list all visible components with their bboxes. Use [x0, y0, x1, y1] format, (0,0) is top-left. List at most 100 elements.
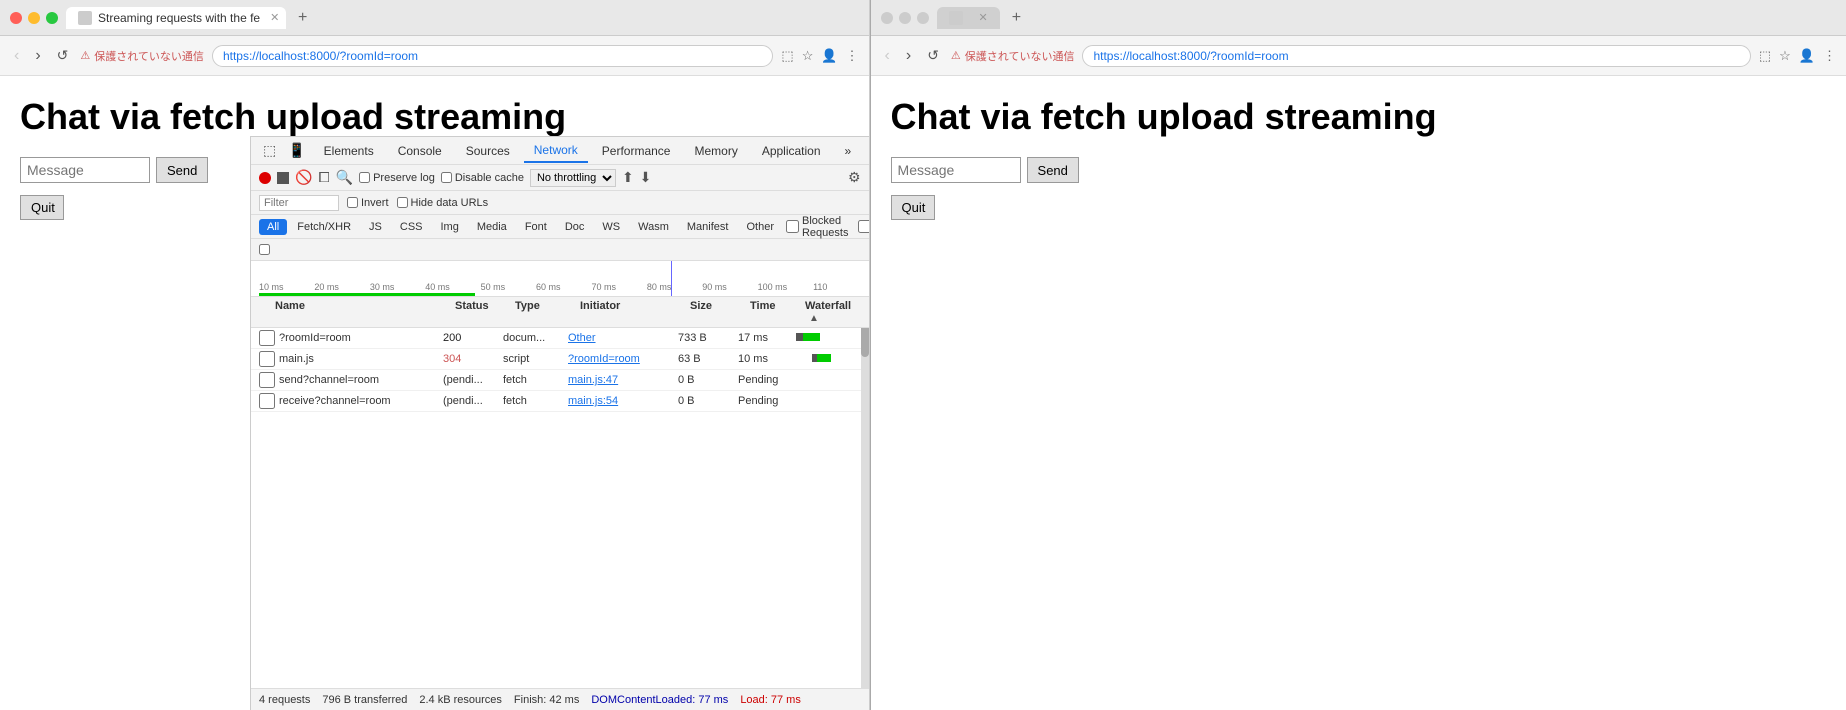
record-button[interactable]	[259, 172, 271, 184]
col-header-time: Time	[750, 300, 805, 324]
maximize-traffic-light[interactable]	[46, 12, 58, 24]
forward-button-right[interactable]: ›	[902, 47, 915, 65]
min-tl-right[interactable]	[899, 12, 911, 24]
tab-sources[interactable]: Sources	[456, 140, 520, 162]
preserve-log-label[interactable]: Preserve log	[359, 172, 435, 184]
forward-button[interactable]: ›	[31, 47, 44, 65]
type-doc[interactable]: Doc	[557, 219, 593, 235]
blocked-requests-label[interactable]: Blocked Requests	[786, 215, 848, 239]
cell-initiator-3[interactable]: main.js:47	[568, 374, 678, 386]
quit-button-right[interactable]: Quit	[891, 195, 935, 220]
title-bar-left: Streaming requests with the fe ✕ +	[0, 0, 869, 36]
row-checkbox-1[interactable]	[259, 330, 275, 346]
export-icon[interactable]: ⬇	[640, 169, 652, 186]
throttle-select[interactable]: No throttling	[530, 169, 616, 187]
cell-initiator-2[interactable]: ?roomId=room	[568, 353, 678, 365]
cell-name-3: send?channel=room	[279, 374, 443, 386]
timeline-bar: 10 ms 20 ms 30 ms 40 ms 50 ms 60 ms 70 m…	[251, 261, 869, 297]
reload-button-right[interactable]: ↺	[923, 47, 943, 64]
tab-application[interactable]: Application	[752, 140, 831, 162]
tab-performance[interactable]: Performance	[592, 140, 681, 162]
scrollbar[interactable]	[861, 297, 869, 688]
stop-button[interactable]	[277, 172, 289, 184]
tick-30: 30 ms	[370, 282, 425, 292]
close-tl-right[interactable]	[881, 12, 893, 24]
tab-close-button[interactable]: ✕	[270, 11, 279, 24]
tab-elements[interactable]: Elements	[314, 140, 384, 162]
url-input-left[interactable]	[212, 45, 773, 67]
type-other[interactable]: Other	[738, 219, 782, 235]
has-blocked-cookies-checkbox[interactable]	[259, 244, 270, 255]
type-media[interactable]: Media	[469, 219, 515, 235]
devtools-panel: ⬚ 📱 Elements Console Sources Network Per…	[250, 136, 869, 710]
preserve-log-checkbox[interactable]	[359, 172, 370, 183]
filter-icon[interactable]: ⧠	[318, 169, 329, 186]
tick-70: 70 ms	[591, 282, 646, 292]
disable-cache-label[interactable]: Disable cache	[441, 172, 524, 184]
cell-name-2: main.js	[279, 353, 443, 365]
close-traffic-light[interactable]	[10, 12, 22, 24]
type-fetch-xhr[interactable]: Fetch/XHR	[289, 219, 359, 235]
new-tab-button[interactable]: +	[294, 9, 311, 27]
tab-network[interactable]: Network	[524, 139, 588, 163]
page-content-right: Chat via fetch upload streaming Send Qui…	[871, 76, 1846, 710]
new-tab-button-right[interactable]: +	[1008, 9, 1025, 27]
tab-console[interactable]: Console	[388, 140, 452, 162]
send-button-right[interactable]: Send	[1027, 157, 1079, 183]
hide-data-urls-checkbox[interactable]	[397, 197, 408, 208]
type-js[interactable]: JS	[361, 219, 390, 235]
back-button[interactable]: ‹	[10, 47, 23, 65]
type-all[interactable]: All	[259, 219, 287, 235]
filter-input[interactable]	[259, 195, 339, 211]
minimize-traffic-light[interactable]	[28, 12, 40, 24]
type-css[interactable]: CSS	[392, 219, 431, 235]
devtools-settings-icon[interactable]: ⚙	[865, 142, 868, 159]
devtools-device-icon[interactable]: 📱	[284, 142, 309, 159]
type-manifest[interactable]: Manifest	[679, 219, 737, 235]
search-icon[interactable]: 🔍	[336, 169, 353, 186]
network-settings-icon[interactable]: ⚙	[848, 169, 861, 186]
send-button-left[interactable]: Send	[156, 157, 208, 183]
cell-initiator-4[interactable]: main.js:54	[568, 395, 678, 407]
type-ws[interactable]: WS	[594, 219, 628, 235]
type-wasm[interactable]: Wasm	[630, 219, 677, 235]
reload-button[interactable]: ↺	[53, 47, 73, 64]
message-input-left[interactable]	[20, 157, 150, 183]
row-checkbox-2[interactable]	[259, 351, 275, 367]
third-party-checkbox[interactable]	[858, 220, 868, 233]
address-bar-right: ‹ › ↺ ⚠ 保護されていない通信 ⬚ ☆ 👤 ⋮	[871, 36, 1846, 76]
devtools-inspect-icon[interactable]: ⬚	[259, 142, 280, 159]
disable-cache-checkbox[interactable]	[441, 172, 452, 183]
table-row[interactable]: main.js 304 script ?roomId=room 63 B 10 …	[251, 349, 869, 370]
cell-time-3: Pending	[738, 374, 793, 386]
security-warning-left: ⚠ 保護されていない通信	[80, 48, 204, 64]
status-finish: Finish: 42 ms	[514, 694, 579, 706]
tick-40: 40 ms	[425, 282, 480, 292]
type-img[interactable]: Img	[433, 219, 467, 235]
max-tl-right[interactable]	[917, 12, 929, 24]
type-font[interactable]: Font	[517, 219, 555, 235]
active-tab-right[interactable]: ✕	[937, 7, 1000, 29]
table-row[interactable]: ?roomId=room 200 docum... Other 733 B 17…	[251, 328, 869, 349]
table-row[interactable]: send?channel=room (pendi... fetch main.j…	[251, 370, 869, 391]
cell-status-3: (pendi...	[443, 374, 503, 386]
has-blocked-cookies-label[interactable]	[259, 244, 273, 255]
tab-close-button-right[interactable]: ✕	[979, 11, 988, 24]
clear-icon[interactable]: 🚫	[295, 169, 312, 186]
import-icon[interactable]: ⬆	[622, 169, 634, 186]
cell-waterfall-1	[793, 330, 861, 346]
table-row[interactable]: receive?channel=room (pendi... fetch mai…	[251, 391, 869, 412]
tab-more[interactable]: »	[835, 140, 862, 162]
url-input-right[interactable]	[1082, 45, 1750, 67]
blocked-requests-checkbox[interactable]	[786, 220, 799, 233]
invert-label[interactable]: Invert	[347, 197, 389, 209]
quit-button-left[interactable]: Quit	[20, 195, 64, 220]
tab-memory[interactable]: Memory	[684, 140, 747, 162]
row-checkbox-3[interactable]	[259, 372, 275, 388]
hide-data-urls-label[interactable]: Hide data URLs	[397, 197, 489, 209]
active-tab[interactable]: Streaming requests with the fe ✕	[66, 7, 286, 29]
back-button-right[interactable]: ‹	[881, 47, 894, 65]
message-input-right[interactable]	[891, 157, 1021, 183]
row-checkbox-4[interactable]	[259, 393, 275, 409]
invert-checkbox[interactable]	[347, 197, 358, 208]
